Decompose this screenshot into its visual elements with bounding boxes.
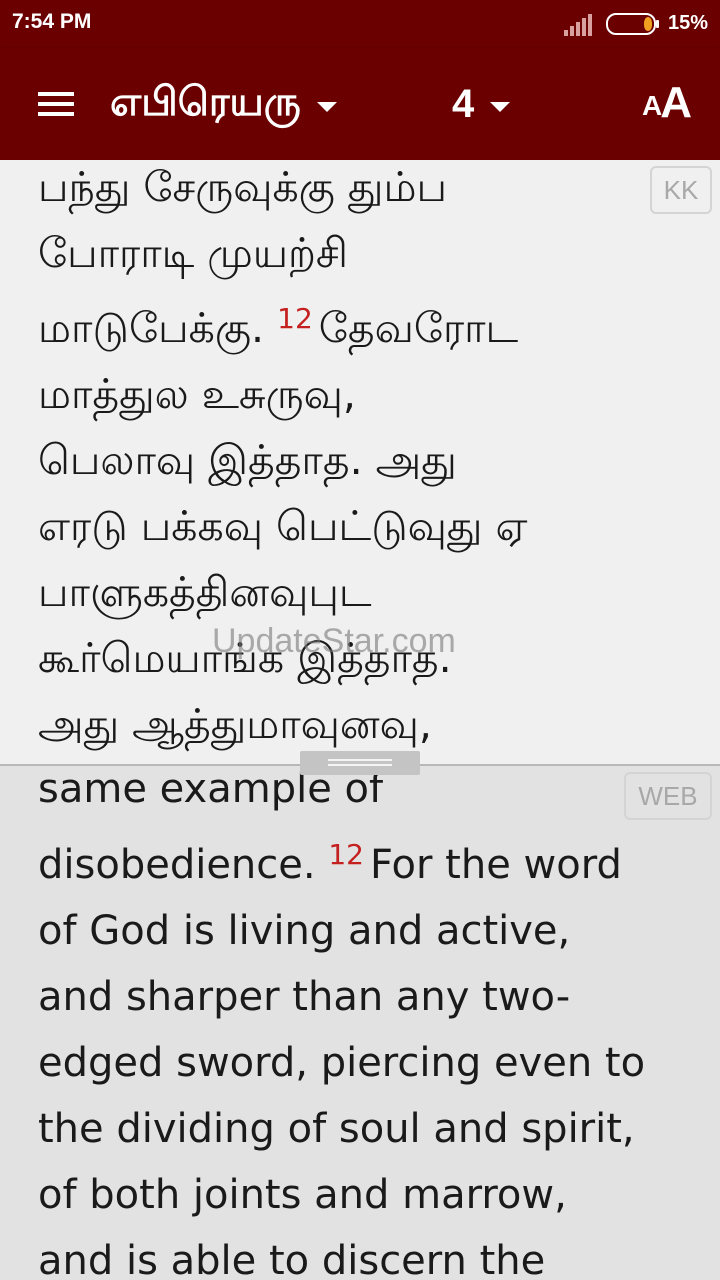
bottom-reading-pane[interactable]: same example of disobedience. 12 For the … — [0, 766, 720, 1280]
top-reading-pane[interactable]: பந்து சேருவுக்கு தும்ப போராடி முயற்சி மா… — [0, 160, 720, 764]
verse-line: பெலாவு இத்தாத. அது — [38, 436, 457, 484]
verse-line: the dividing of soul and spirit, — [38, 1106, 635, 1152]
battery-percentage: 15% — [668, 12, 709, 34]
verse-line: For the word — [369, 842, 622, 888]
verse-line: போராடி முயற்சி — [38, 229, 349, 277]
font-size-small-a: A — [641, 90, 663, 121]
verse-line: edged sword, piercing even to — [38, 1040, 646, 1086]
app-bar: எபிரெயரு 4 A A — [0, 48, 720, 160]
verse-line: அது ஆத்துமாவுனவு, — [38, 700, 432, 748]
status-time: 7:54 PM — [12, 10, 92, 33]
status-bar: 7:54 PM 15% — [0, 0, 720, 48]
verse-line: disobedience. — [38, 842, 316, 888]
verse-line: of both joints and marrow, — [38, 1172, 567, 1218]
version-badge-kk[interactable]: KK — [650, 166, 712, 214]
chapter-number: 4 — [452, 81, 475, 126]
verse-line: தேவரோட — [318, 304, 519, 352]
font-size-large-a: A — [660, 78, 692, 127]
verse-line: மாடுபேக்கு. — [38, 304, 265, 352]
caret-down-icon — [316, 102, 337, 112]
verse-line: பாளுகத்தினவுபுட — [38, 568, 372, 616]
verse-line: of God is living and active, — [38, 908, 571, 954]
watermark: UpdateStar.com — [212, 622, 456, 660]
menu-icon[interactable] — [28, 82, 84, 126]
split-drag-handle[interactable] — [300, 751, 420, 775]
verse-line: மாத்துல உசுருவு, — [38, 370, 356, 418]
verse-number[interactable]: 12 — [328, 838, 364, 871]
version-badge-web[interactable]: WEB — [624, 772, 712, 820]
verse-number[interactable]: 12 — [277, 302, 313, 335]
verse-line: பந்து சேருவுக்கு தும்ப — [38, 163, 447, 211]
verse-line: and is able to discern the — [38, 1238, 546, 1280]
verse-line: and sharper than any two- — [38, 974, 571, 1020]
handle-grip-line — [328, 759, 392, 761]
chapter-selector[interactable]: 4 — [452, 68, 511, 140]
caret-down-icon — [490, 102, 511, 112]
verse-line: எரடு பக்கவு பெட்டுவுது ஏ — [38, 502, 528, 550]
book-selector[interactable]: எபிரெயரு — [110, 68, 337, 140]
book-name: எபிரெயரு — [110, 78, 301, 125]
bottom-verse-text: same example of disobedience. 12 For the … — [38, 766, 688, 1280]
handle-grip-line — [328, 764, 392, 766]
signal-icon — [564, 14, 592, 36]
top-verse-text: பந்து சேருவுக்கு தும்ப போராடி முயற்சி மா… — [38, 160, 688, 757]
battery-icon — [606, 13, 659, 35]
font-size-icon[interactable]: A A — [632, 72, 702, 136]
